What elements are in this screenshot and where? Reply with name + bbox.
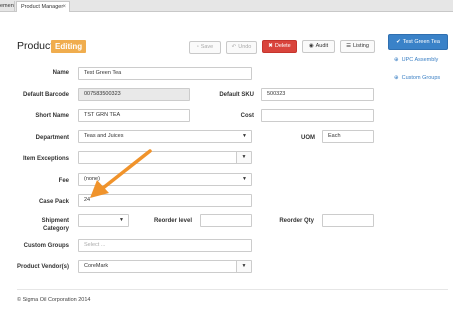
product-primary-label: Test Green Tea (402, 39, 440, 45)
uom-field[interactable]: Each (322, 130, 374, 143)
case-pack-field[interactable]: 24 (78, 194, 252, 207)
case-pack-label: Case Pack (38, 199, 69, 205)
upc-assembly-link[interactable]: ⊕ UPC Assembly (394, 57, 438, 63)
department-value: Teas and Juices (84, 133, 124, 139)
fee-value: (none) (84, 176, 100, 182)
plus-circle-icon: ⊕ (394, 57, 399, 63)
product-vendors-value: CoreMark (84, 263, 109, 269)
caret-down-icon: ▼ (119, 217, 124, 223)
name-field[interactable]: Test Green Tea (78, 67, 252, 80)
short-name-label: Short Name (35, 113, 69, 119)
default-barcode-field: 007583500323 (78, 88, 190, 101)
department-select[interactable]: Teas and Juices ▼ (78, 130, 252, 143)
product-vendors-select[interactable]: CoreMark ▼ (78, 260, 252, 273)
default-sku-field[interactable]: 500323 (261, 88, 374, 101)
item-exceptions-label: Item Exceptions (22, 156, 69, 162)
tab-label: Product Manager (21, 4, 64, 10)
shipment-label-line1: Shipment (41, 218, 69, 224)
caret-down-icon: ▼ (242, 176, 247, 182)
shipment-label-line2: Category (42, 226, 69, 232)
close-x-icon: ✖ (268, 43, 273, 49)
eye-icon: ◉ (308, 43, 314, 49)
caret-down-icon[interactable]: ▼ (236, 152, 251, 163)
name-label: Name (52, 70, 69, 76)
audit-label: Audit (315, 43, 329, 49)
reorder-level-label: Reorder level (153, 218, 192, 224)
close-icon[interactable]: × (62, 2, 66, 12)
default-barcode-label: Default Barcode (22, 92, 69, 98)
department-label: Department (35, 135, 69, 141)
editing-badge: Editing (51, 40, 87, 53)
delete-label: Delete (274, 43, 291, 49)
caret-down-icon: ▼ (242, 133, 247, 139)
save-label: Save (200, 44, 214, 50)
cost-field[interactable] (261, 109, 374, 122)
delete-button[interactable]: ✖ Delete (262, 40, 297, 53)
custom-groups-field-label: Custom Groups (23, 243, 69, 249)
undo-label: Undo (238, 44, 252, 50)
custom-groups-label: Custom Groups (401, 75, 441, 81)
custom-groups-link[interactable]: ⊕ Custom Groups (394, 75, 440, 81)
tab-bar: ement Product Manager × (0, 0, 453, 12)
product-primary-button[interactable]: ✔ Test Green Tea (388, 34, 448, 50)
fee-select[interactable]: (none) ▼ (78, 173, 252, 186)
undo-icon: ↶ (231, 44, 237, 50)
reorder-level-field[interactable] (200, 214, 252, 227)
page-title: Product (17, 40, 54, 52)
listing-label: Listing (353, 43, 369, 49)
listing-button[interactable]: ☰ Listing (340, 40, 375, 53)
upc-assembly-label: UPC Assembly (401, 57, 439, 63)
shipment-category-label: Shipment Category (42, 217, 69, 233)
tab-product-manager[interactable]: Product Manager × (16, 1, 70, 12)
shipment-category-select[interactable]: ▼ (78, 214, 129, 227)
caret-down-icon[interactable]: ▼ (236, 261, 251, 272)
default-sku-label: Default SKU (219, 92, 254, 98)
list-icon: ☰ (346, 43, 352, 49)
copyright: © Sigma Oil Corporation 2014 (17, 297, 91, 303)
cost-label: Cost (240, 113, 254, 119)
audit-button[interactable]: ◉ Audit (302, 40, 335, 53)
product-vendors-label: Product Vendor(s) (16, 264, 69, 270)
short-name-field[interactable]: TST GRN TEA (78, 109, 190, 122)
footer-divider (17, 289, 448, 290)
item-exceptions-select[interactable]: ▼ (78, 151, 252, 164)
reorder-qty-label: Reorder Qty (279, 218, 314, 224)
uom-label: UOM (301, 135, 315, 141)
floppy-disk-icon: ▫ (196, 44, 199, 50)
check-icon: ✔ (396, 39, 401, 45)
plus-circle-icon: ⊕ (394, 75, 399, 81)
save-button[interactable]: ▫ Save (189, 41, 221, 54)
undo-button[interactable]: ↶ Undo (226, 41, 257, 54)
custom-groups-input[interactable]: Select ... (78, 239, 252, 252)
fee-label: Fee (58, 178, 69, 184)
reorder-qty-field[interactable] (322, 214, 374, 227)
tab-previous[interactable]: ement (0, 1, 15, 12)
